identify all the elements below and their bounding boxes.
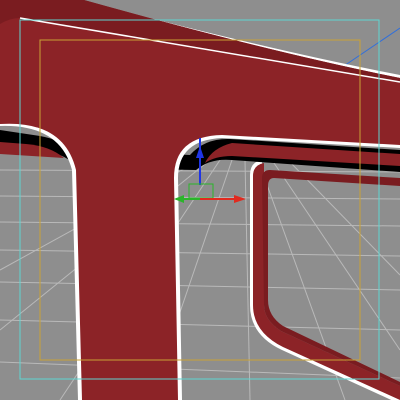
viewport-scene[interactable] <box>0 0 400 400</box>
3d-viewport[interactable] <box>0 0 400 400</box>
